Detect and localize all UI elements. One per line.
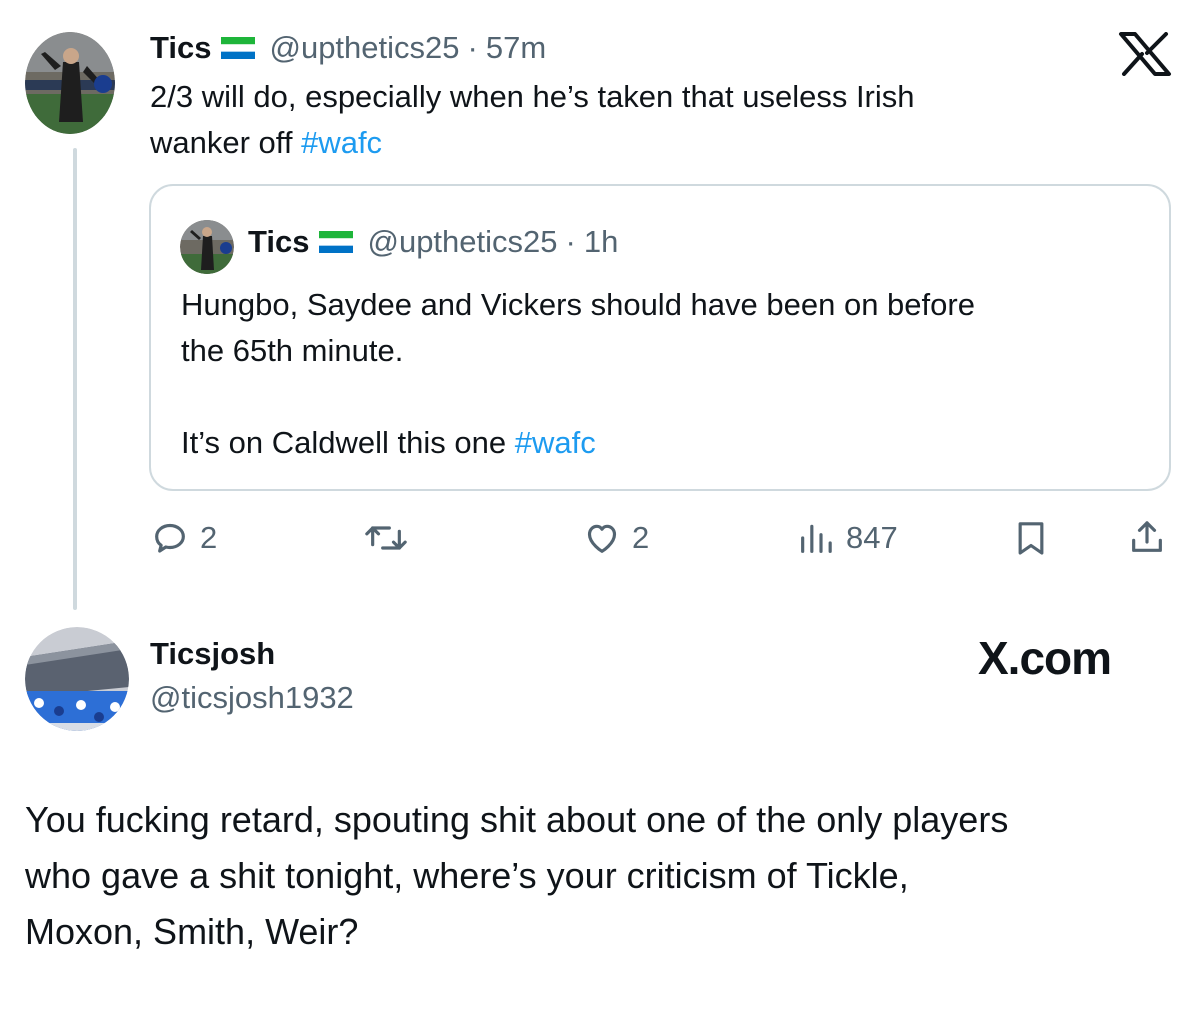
separator-dot: · <box>467 30 478 65</box>
avatar-ticsjosh[interactable] <box>25 627 129 731</box>
tweet-text-line-2-text: wanker off <box>150 125 293 160</box>
like-button[interactable]: 2 <box>582 518 649 558</box>
quote-author-name: Tics <box>248 224 310 259</box>
quote-text-line-3: It’s on Caldwell this one #wafc <box>181 420 1141 466</box>
quote-handle: @upthetics25 <box>367 224 558 259</box>
avatar-stadium-photo <box>25 627 129 731</box>
quote-text-line-3-text: It’s on Caldwell this one <box>181 425 507 460</box>
hashtag-link[interactable]: #wafc <box>301 125 382 160</box>
like-count: 2 <box>632 520 650 555</box>
share-icon <box>1132 521 1162 552</box>
repost-icon <box>365 526 407 550</box>
reply-count: 2 <box>200 520 218 555</box>
bookmark-button[interactable] <box>1011 518 1051 558</box>
reply-button[interactable]: 2 <box>150 518 217 558</box>
tweet-text: 2/3 will do, especially when he’s taken … <box>150 74 1150 166</box>
reply-text: You fucking retard, spouting shit about … <box>25 792 1185 960</box>
heart-icon <box>587 524 617 553</box>
reply-author-name[interactable]: Ticsjosh <box>150 634 275 674</box>
sierra-leone-flag-icon <box>319 231 354 253</box>
sierra-leone-flag-icon <box>221 37 256 59</box>
quote-avatar <box>180 220 234 274</box>
quote-text: Hungbo, Saydee and Vickers should have b… <box>181 282 1141 466</box>
reply-handle[interactable]: @ticsjosh1932 <box>150 678 354 718</box>
author-handle[interactable]: @upthetics25 <box>269 30 459 66</box>
xcom-brand-logo: X.com <box>978 632 1112 684</box>
views-chart-icon <box>801 524 832 553</box>
thread-line <box>73 148 77 610</box>
quote-paragraph-gap <box>181 374 1141 420</box>
views-count: 847 <box>846 520 898 555</box>
share-button[interactable] <box>1127 517 1167 557</box>
tweet-text-line-1: 2/3 will do, especially when he’s taken … <box>150 79 915 114</box>
quote-hashtag-link[interactable]: #wafc <box>515 425 596 460</box>
quote-timestamp: 1h <box>583 224 619 259</box>
timestamp[interactable]: 57m <box>486 30 546 66</box>
author-name[interactable]: Tics <box>150 30 211 66</box>
reply-text-line-2: who gave a shit tonight, where’s your cr… <box>25 855 909 896</box>
quoted-tweet-card[interactable]: Tics @upthetics25 · 1h Hungbo, Saydee an… <box>149 184 1171 491</box>
repost-button[interactable] <box>362 518 410 558</box>
tweet-header: Tics @upthetics25 · 57m <box>150 28 546 68</box>
reply-icon <box>155 523 185 553</box>
reply-text-line-3: Moxon, Smith, Weir? <box>25 911 359 952</box>
quote-header: Tics @upthetics25 · 1h <box>248 222 618 262</box>
quote-avatar-photo <box>180 220 234 274</box>
x-logo-icon <box>1118 32 1172 76</box>
quote-text-line-1: Hungbo, Saydee and Vickers should have b… <box>181 287 975 322</box>
tweet-text-line-2: wanker off #wafc <box>150 120 1150 166</box>
avatar-photo <box>25 32 115 134</box>
views-button[interactable]: 847 <box>796 518 898 558</box>
quote-text-line-2: the 65th minute. <box>181 333 404 368</box>
reply-text-line-1: You fucking retard, spouting shit about … <box>25 799 1009 840</box>
avatar-tics[interactable] <box>25 32 115 134</box>
quote-separator-dot: · <box>565 224 576 259</box>
bookmark-icon <box>1018 522 1044 555</box>
